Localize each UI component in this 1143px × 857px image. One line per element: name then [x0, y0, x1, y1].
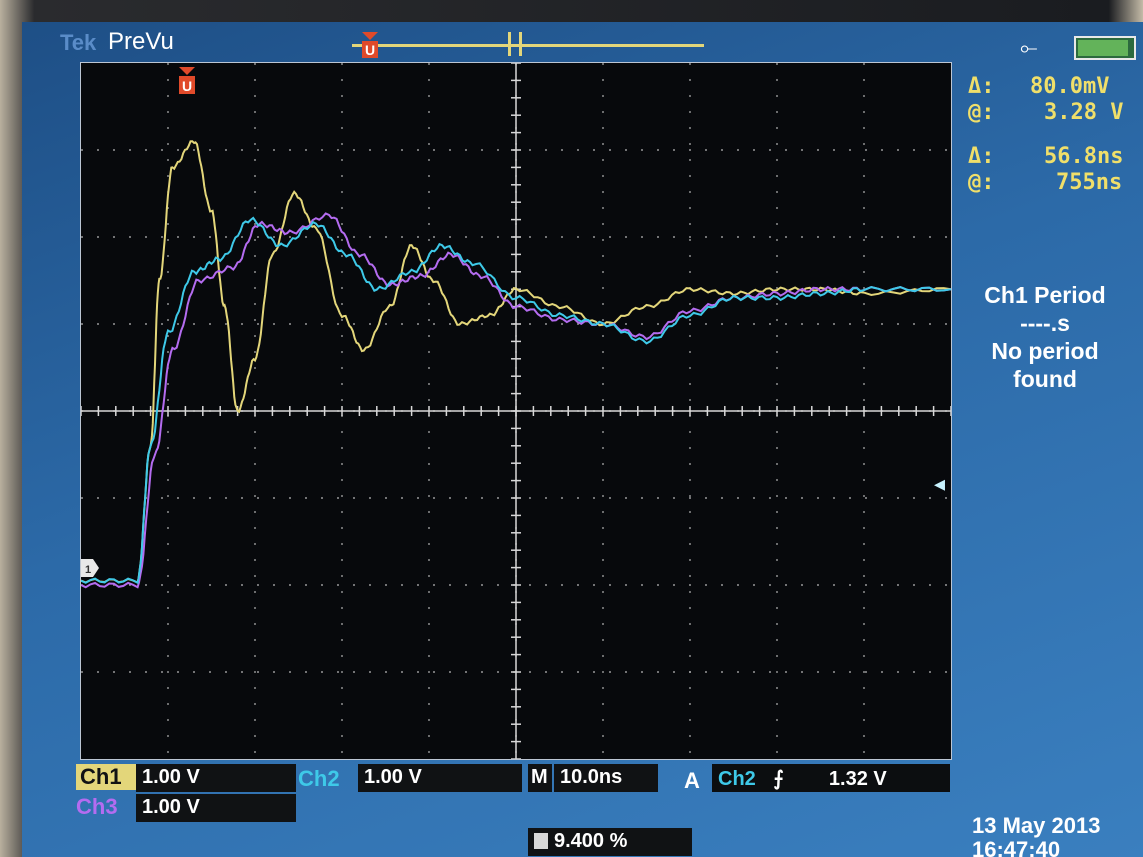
- date-label: 13 May 2013: [972, 813, 1101, 838]
- timebase-value[interactable]: 10.0ns: [554, 764, 658, 792]
- ground-level-marker-icon: 1: [81, 559, 99, 577]
- volt-delta-symbol: Δ:: [968, 74, 995, 99]
- trigger-marker-icon: U: [179, 67, 195, 94]
- ch1-label: Ch1: [80, 764, 122, 789]
- waveform-display: U 1: [81, 63, 951, 759]
- ch2-button[interactable]: Ch2: [298, 766, 340, 792]
- ch1-button[interactable]: Ch1: [76, 764, 136, 790]
- time-delta-symbol: Δ:: [968, 144, 995, 169]
- time-delta-value: 56.8ns: [1044, 144, 1124, 169]
- power-plug-icon: ⟜: [1020, 36, 1038, 61]
- date-time: 13 May 2013 16:47:40: [972, 814, 1100, 857]
- period-status-line2: found: [1013, 366, 1077, 392]
- oscilloscope-screen: Tek PreVu U ⟜ U 1 ◂ Δ: 80.0mV @: 3.28 V …: [22, 22, 1143, 857]
- ch3-scale: 1.00 V: [136, 794, 296, 822]
- time-label: 16:47:40: [972, 837, 1061, 857]
- time-at-value: 755ns: [1056, 170, 1123, 195]
- expansion-point-marker: [508, 32, 522, 56]
- volt-at-symbol: @:: [968, 100, 995, 125]
- ch3-button[interactable]: Ch3: [76, 794, 118, 820]
- ch1-scale: 1.00 V: [136, 764, 296, 792]
- svg-text:U: U: [182, 78, 192, 94]
- volt-delta-value: 80.0mV: [1030, 74, 1110, 99]
- svg-text:U: U: [365, 42, 375, 58]
- graticule: U 1: [80, 62, 952, 760]
- record-position-readout: 9.400 %: [528, 828, 692, 856]
- trigger-a-label: A: [684, 768, 700, 793]
- timebase-m-label: M: [528, 764, 552, 792]
- trigger-level-arrow-icon: ◂: [934, 472, 946, 497]
- battery-level: [1078, 40, 1128, 56]
- ch2-scale: 1.00 V: [358, 764, 522, 792]
- volt-at-value: 3.28 V: [1044, 100, 1124, 125]
- record-position-value: 9.400 %: [554, 830, 628, 852]
- trigger-level: 1.32 V: [828, 768, 887, 790]
- rising-edge-icon: ⨍: [773, 768, 784, 790]
- trigger-readout[interactable]: Ch2 ⨍ 1.32 V: [712, 764, 950, 792]
- brand-label: Tek: [60, 30, 97, 55]
- period-title: Ch1 Period: [984, 282, 1106, 308]
- time-at-symbol: @:: [968, 170, 995, 195]
- period-status-line1: No period: [991, 338, 1099, 364]
- trigger-position-icon: U: [362, 32, 378, 58]
- record-view-bar: [352, 44, 704, 47]
- position-icon: [534, 833, 548, 849]
- mode-label: PreVu: [108, 28, 174, 55]
- period-value: ----.s: [1020, 310, 1070, 336]
- svg-text:1: 1: [85, 564, 91, 576]
- trigger-source: Ch2: [718, 768, 756, 790]
